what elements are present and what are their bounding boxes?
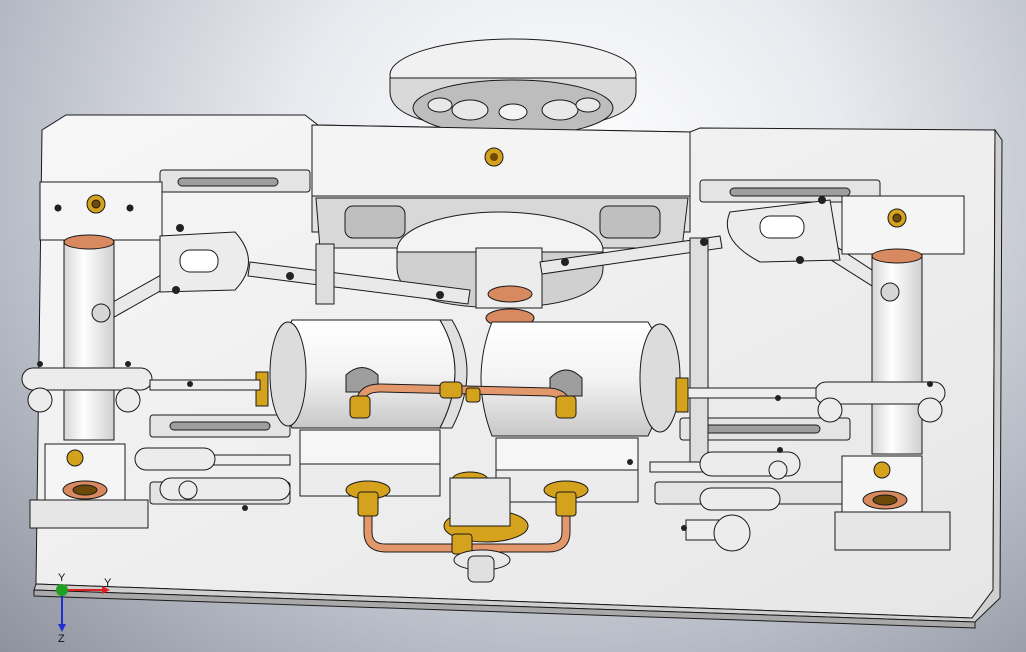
orientation-triad: Y Y Z — [56, 572, 112, 642]
triad-x-label: Y — [104, 577, 112, 589]
cad-3d-viewport[interactable]: Y Y Z — [0, 0, 1026, 652]
triad-y-label: Y — [58, 572, 66, 584]
triad-y-axis — [56, 584, 68, 596]
triad-z-label: Z — [58, 633, 65, 642]
engine-model[interactable] — [0, 0, 1026, 652]
flywheel — [389, 38, 637, 137]
